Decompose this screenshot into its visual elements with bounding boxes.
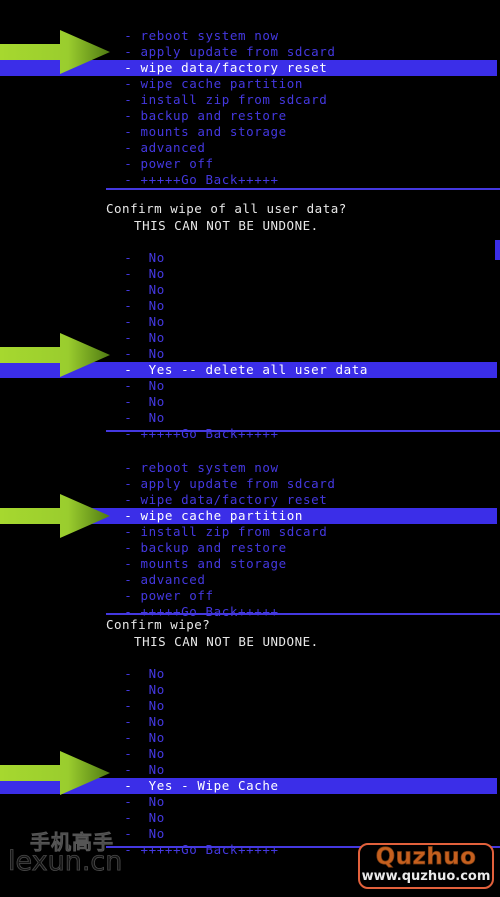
menu-item[interactable]: - mounts and storage: [0, 556, 500, 572]
menu-item[interactable]: - wipe cache partition: [0, 76, 500, 92]
menu-item[interactable]: - No: [0, 394, 500, 410]
separator-2: [106, 430, 500, 432]
menu-item[interactable]: - backup and restore: [0, 108, 500, 124]
menu-item[interactable]: - +++++Go Back+++++: [0, 426, 500, 442]
confirm-wipe-cache: Confirm wipe? THIS CAN NOT BE UNDONE. - …: [0, 616, 500, 858]
separator-3: [106, 613, 500, 615]
arrow-wipe-cache-partition: [0, 492, 112, 540]
menu-item[interactable]: - advanced: [0, 572, 500, 588]
menu-item[interactable]: - install zip from sdcard: [0, 92, 500, 108]
watermark-quzhuo-url: www.quzhuo.com: [361, 869, 491, 884]
menu-item[interactable]: - reboot system now: [0, 460, 500, 476]
recovery-screen: - reboot system now - apply update from …: [0, 0, 500, 897]
arrow-wipe-data-factory-reset: [0, 28, 112, 76]
separator-1: [106, 188, 500, 190]
menu-item[interactable]: - power off: [0, 156, 500, 172]
menu-item[interactable]: - +++++Go Back+++++: [0, 172, 500, 188]
menu-item[interactable]: - No: [0, 250, 500, 266]
watermark-lexun: 手机高手 lexun.cn: [6, 824, 141, 886]
watermark-quzhuo: Quzhuo www.quzhuo.com: [358, 843, 494, 889]
confirm-title: Confirm wipe?: [106, 617, 211, 632]
confirm-warning: THIS CAN NOT BE UNDONE.: [118, 634, 319, 649]
confirm-title: Confirm wipe of all user data?: [106, 201, 347, 216]
menu-item[interactable]: - No: [0, 282, 500, 298]
menu-item[interactable]: - No: [0, 410, 500, 426]
menu-item[interactable]: - No: [0, 714, 500, 730]
menu-item[interactable]: - No: [0, 698, 500, 714]
menu-item[interactable]: - No: [0, 666, 500, 682]
menu-item[interactable]: - No: [0, 298, 500, 314]
menu-item[interactable]: - mounts and storage: [0, 124, 500, 140]
menu-item[interactable]: - advanced: [0, 140, 500, 156]
menu-item[interactable]: - No: [0, 730, 500, 746]
arrow-yes-delete-all-user-data: [0, 331, 112, 379]
arrow-yes-wipe-cache: [0, 749, 112, 797]
menu-item[interactable]: - No: [0, 266, 500, 282]
menu-item[interactable]: - No: [0, 314, 500, 330]
watermark-quzhuo-title: Quzhuo: [375, 844, 477, 870]
menu-item[interactable]: - backup and restore: [0, 540, 500, 556]
confirm-warning: THIS CAN NOT BE UNDONE.: [118, 218, 319, 233]
menu-item[interactable]: - apply update from sdcard: [0, 476, 500, 492]
watermark-lexun-url: lexun.cn: [8, 846, 123, 878]
menu-item[interactable]: - No: [0, 378, 500, 394]
menu-item[interactable]: - No: [0, 682, 500, 698]
confirm-wipe-data: Confirm wipe of all user data? THIS CAN …: [0, 200, 500, 442]
menu-item[interactable]: - power off: [0, 588, 500, 604]
scrollbar-nub[interactable]: [495, 240, 500, 260]
main-menu-2: - reboot system now - apply update from …: [0, 460, 500, 620]
